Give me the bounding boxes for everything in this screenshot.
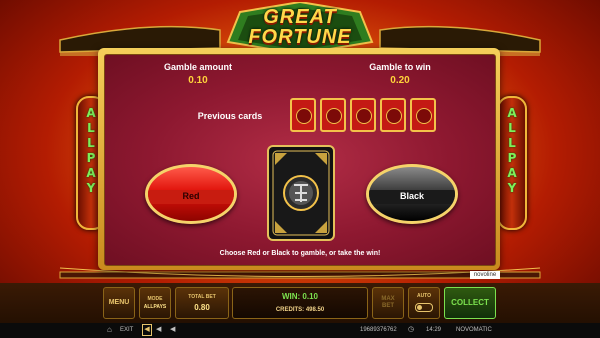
volume-high-icon[interactable]: ◀ <box>170 325 175 333</box>
previous-card <box>290 98 316 132</box>
credits-text: CREDITS: 498.50 <box>275 307 325 313</box>
max-bet-line2: BET <box>382 303 394 309</box>
auto-label: AUTO <box>416 293 432 299</box>
gamble-hint: Choose Red or Black to gamble, or take t… <box>219 250 381 257</box>
red-button[interactable]: Red <box>145 164 237 224</box>
gamble-to-win-value: 0.20 <box>390 75 410 86</box>
auto-toggle[interactable]: AUTO <box>408 287 440 319</box>
clock-icon: ◷ <box>408 326 415 333</box>
win-credits-panel: WIN: 0.10 CREDITS: 498.50 <box>232 287 368 319</box>
card-emblem-icon <box>296 108 312 124</box>
mode-button[interactable]: MODE ALLPAYS <box>139 287 171 319</box>
gamble-card <box>267 145 335 241</box>
card-emblem-icon <box>416 108 432 124</box>
mode-value: ALLPAYS <box>143 304 167 310</box>
status-bar: ⌂ EXIT ◀ ◀ ◀ 19689376762 ◷ 14:29 NOVOMAT… <box>0 323 600 338</box>
collect-button[interactable]: COLLECT <box>444 287 496 319</box>
clock-time: 14:29 <box>426 327 442 333</box>
total-bet-value: 0.80 <box>194 303 210 312</box>
total-bet-display[interactable]: TOTAL BET 0.80 <box>175 287 229 319</box>
card-back-icon <box>272 150 330 236</box>
home-icon[interactable]: ⌂ <box>107 325 112 334</box>
previous-card <box>410 98 436 132</box>
max-bet-button[interactable]: MAX BET <box>372 287 404 319</box>
black-button[interactable]: Black <box>366 164 458 224</box>
novomatic-badge: novoline <box>470 271 500 279</box>
win-text: WIN: 0.10 <box>281 292 318 301</box>
gamble-to-win-label: Gamble to win <box>369 62 431 72</box>
sound-icon[interactable]: ◀ <box>142 324 152 336</box>
brand-label: NOVOMATIC <box>456 327 492 333</box>
total-bet-label: TOTAL BET <box>188 294 216 300</box>
black-button-label: Black <box>399 191 425 201</box>
previous-card <box>380 98 406 132</box>
previous-card <box>350 98 376 132</box>
red-button-label: Red <box>182 191 200 201</box>
mode-label: MODE <box>147 296 163 302</box>
menu-button[interactable]: MENU <box>103 287 135 319</box>
gamble-amount-label: Gamble amount <box>163 62 232 72</box>
pillar-right-text: ALLPAY <box>507 106 517 195</box>
card-emblem-icon <box>356 108 372 124</box>
exit-link[interactable]: EXIT <box>120 327 133 333</box>
pillar-right: ALLPAY <box>497 96 527 230</box>
card-emblem-icon <box>386 108 402 124</box>
game-id: 19689376762 <box>360 327 397 333</box>
previous-card <box>320 98 346 132</box>
card-emblem-icon <box>326 108 342 124</box>
previous-cards-label: Previous cards <box>197 111 263 121</box>
game-logo: GREAT FORTUNE <box>222 2 378 54</box>
auto-switch-icon <box>415 303 433 312</box>
game-scene: GREAT FORTUNE ALLPAY ALLPAY Gamble amoun… <box>0 0 600 338</box>
max-bet-line1: MAX <box>381 296 395 302</box>
volume-low-icon[interactable]: ◀ <box>156 325 161 333</box>
gamble-amount-value: 0.10 <box>188 75 208 86</box>
logo-line2: FORTUNE <box>248 26 352 48</box>
